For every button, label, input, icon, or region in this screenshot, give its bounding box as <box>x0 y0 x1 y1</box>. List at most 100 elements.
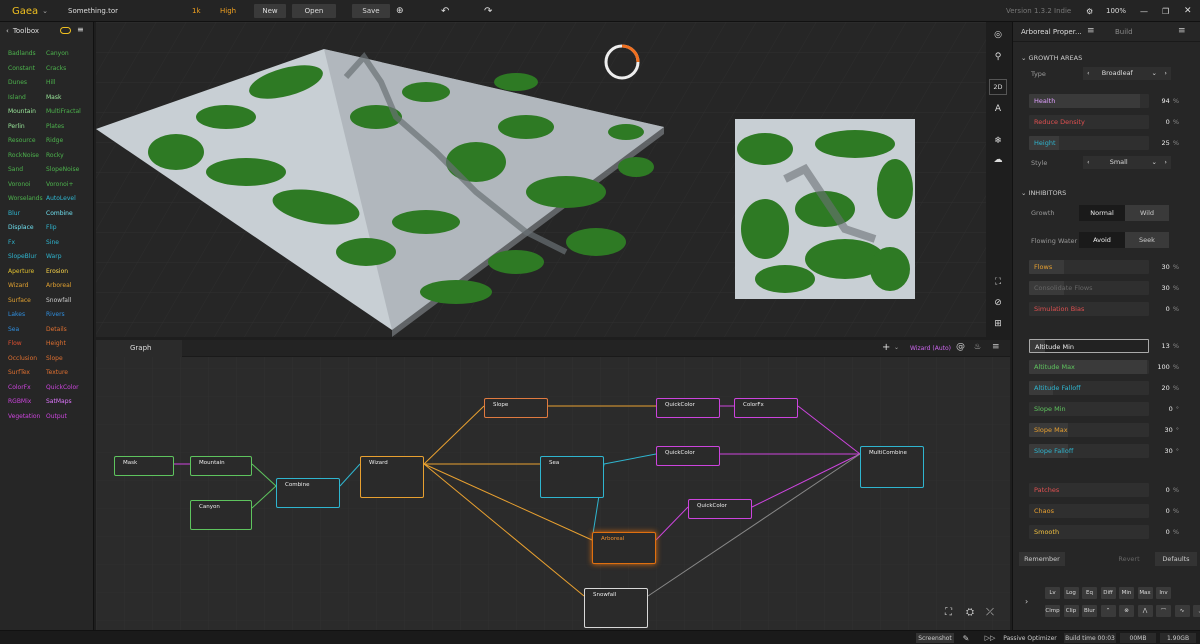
toolbox-item[interactable]: Island <box>8 94 26 101</box>
slider-value[interactable]: 100 <box>1157 363 1169 371</box>
slider-slope-max[interactable]: Slope Max 30 ° <box>1017 423 1183 437</box>
defaults-button[interactable]: Defaults <box>1155 552 1197 566</box>
chevron-right-icon[interactable]: › <box>1164 156 1167 169</box>
slider-flows[interactable]: Flows 30% <box>1017 260 1183 274</box>
slider-value[interactable]: 0 <box>1169 405 1173 413</box>
clamp-icon[interactable]: ⊗ <box>1119 605 1134 617</box>
toolbox-item[interactable]: Aperture <box>8 268 34 275</box>
slider-track[interactable]: Consolidate Flows <box>1029 281 1149 295</box>
slider-track[interactable]: Smooth <box>1029 525 1149 539</box>
mound-icon[interactable]: ⌒ <box>1156 605 1171 617</box>
slider-track[interactable]: Slope Min <box>1029 402 1149 416</box>
toolbox-item[interactable]: Rivers <box>46 311 65 318</box>
graph-editor[interactable]: Graph + ⌄ Wizard (Auto) @ ♨ ≡ Mask Mounta… <box>96 340 1010 630</box>
flowing-seek-button[interactable]: Seek <box>1125 232 1169 248</box>
toolbox-item[interactable]: Plates <box>46 123 64 130</box>
type-select[interactable]: ‹ Broadleaf ⌄ › <box>1083 67 1171 80</box>
slider-chaos[interactable]: Chaos 0% <box>1017 504 1183 518</box>
slider-alt-falloff[interactable]: Altitude Falloff 20% <box>1017 381 1183 395</box>
layers-icon[interactable]: ◎ <box>989 27 1007 43</box>
toolbox-item[interactable]: Resource <box>8 137 36 144</box>
settings-icon[interactable]: ⚙ <box>1086 0 1093 22</box>
toolbox-item[interactable]: Snowfall <box>46 297 71 304</box>
node-combine[interactable]: Combine <box>276 478 340 508</box>
slider-track[interactable]: Reduce Density <box>1029 115 1149 129</box>
tab-graph[interactable]: Graph <box>96 340 182 357</box>
slider-track[interactable]: Altitude Max <box>1029 360 1149 374</box>
toolbox-item[interactable]: Rocky <box>46 152 64 159</box>
quality-select[interactable]: High <box>220 0 236 22</box>
slider-value[interactable]: 30 <box>1162 263 1170 271</box>
toolbox-item[interactable]: Sea <box>8 326 19 333</box>
growth-normal-button[interactable]: Normal <box>1079 205 1125 221</box>
toolbox-item[interactable]: Worselands <box>8 195 43 202</box>
growth-wild-button[interactable]: Wild <box>1125 205 1169 221</box>
toolbox-item[interactable]: Cracks <box>46 65 66 72</box>
slider-health[interactable]: Health 94% <box>1017 94 1183 108</box>
slider-track[interactable]: Altitude Min <box>1029 339 1149 353</box>
toolbox-item[interactable]: Voronoi+ <box>46 181 73 188</box>
growth-areas-header[interactable]: ⌄ GROWTH AREAS <box>1021 54 1082 62</box>
fit-view-icon[interactable]: ⛶ <box>945 607 952 618</box>
pencil-icon[interactable]: ✎ <box>960 633 972 643</box>
toolbox-item[interactable]: Displace <box>8 224 34 231</box>
peak-icon[interactable]: ⋀ <box>1137 605 1153 617</box>
toolbox-item[interactable]: SurfTex <box>8 369 30 376</box>
slider-value[interactable]: 94 <box>1162 97 1170 105</box>
toolbox-item[interactable]: AutoLevel <box>46 195 76 202</box>
key-lv-button[interactable]: Lv <box>1045 587 1060 599</box>
toolbox-item[interactable]: Dunes <box>8 79 27 86</box>
toolbox-item[interactable]: Wizard <box>8 282 28 289</box>
toolbox-item[interactable]: Canyon <box>46 50 69 57</box>
slider-alt-min[interactable]: Altitude Min 13% <box>1017 339 1183 353</box>
slider-value[interactable]: 30 <box>1164 426 1172 434</box>
chevron-left-icon[interactable]: ‹ <box>1087 69 1090 77</box>
node-multicombine[interactable]: MultiCombine <box>860 446 924 488</box>
slider-slope-falloff[interactable]: Slope Falloff 30 ° <box>1017 444 1183 458</box>
stamp-icon[interactable]: ⚲ <box>989 49 1007 65</box>
key-blur-button[interactable]: Blur <box>1082 605 1097 617</box>
toolbox-item[interactable]: Combine <box>46 210 73 217</box>
toolbox-item[interactable]: Sand <box>8 166 23 173</box>
slider-value[interactable]: 30 <box>1162 284 1170 292</box>
slider-track[interactable]: Flows <box>1029 260 1149 274</box>
toolbox-item[interactable]: Ridge <box>46 137 63 144</box>
new-button[interactable]: New <box>254 4 286 18</box>
key-eq-button[interactable]: Eq <box>1082 587 1097 599</box>
toolbox-item[interactable]: RGBMix <box>8 398 31 405</box>
grid-icon[interactable]: ⊞ <box>989 316 1007 332</box>
slider-slope-min[interactable]: Slope Min 0 ° <box>1017 402 1183 416</box>
toolbox-item[interactable]: Vegetation <box>8 413 40 420</box>
toggle-icon[interactable] <box>60 27 71 34</box>
remember-button[interactable]: Remember <box>1019 552 1065 566</box>
key-clmp-button[interactable]: Clmp <box>1045 605 1060 617</box>
at-icon[interactable]: @ <box>956 342 965 352</box>
toolbox-item[interactable]: Texture <box>46 369 68 376</box>
toolbox-item[interactable]: Voronoi <box>8 181 30 188</box>
slider-value[interactable]: 30 <box>1164 447 1172 455</box>
restore-icon[interactable]: ❐ <box>1162 0 1169 22</box>
toolbox-item[interactable]: SlopeNoise <box>46 166 79 173</box>
toolbox-item[interactable]: QuickColor <box>46 384 79 391</box>
style-select[interactable]: ‹ Small ⌄ › <box>1083 156 1171 169</box>
key-inv-button[interactable]: Inv <box>1156 587 1171 599</box>
play-icon[interactable]: ▷▷ <box>984 633 996 643</box>
chevron-down-icon[interactable]: ⌄ <box>894 344 899 351</box>
minimize-icon[interactable]: — <box>1140 0 1148 22</box>
toolbox-item[interactable]: Badlands <box>8 50 36 57</box>
toolbox-item[interactable]: Flip <box>46 224 57 231</box>
slider-smooth[interactable]: Smooth 0% <box>1017 525 1183 539</box>
node-quickcolor-3[interactable]: QuickColor <box>688 499 752 519</box>
slider-track[interactable]: Patches <box>1029 483 1149 497</box>
node-mask[interactable]: Mask <box>114 456 174 476</box>
toolbox-item[interactable]: Arboreal <box>46 282 71 289</box>
fire-icon[interactable]: ♨ <box>974 342 981 351</box>
collapse-icon[interactable]: ⤫ <box>986 607 994 618</box>
graph-mode[interactable]: Wizard (Auto) <box>910 345 951 352</box>
slider-height[interactable]: Height 25% <box>1017 136 1183 150</box>
menu-icon[interactable]: ≡ <box>992 342 1000 352</box>
key-diff-button[interactable]: Diff <box>1100 587 1116 599</box>
mode-2d-button[interactable]: 2D <box>989 79 1007 95</box>
redo-icon[interactable]: ↷ <box>484 0 492 22</box>
undo-icon[interactable]: ↶ <box>441 0 449 22</box>
